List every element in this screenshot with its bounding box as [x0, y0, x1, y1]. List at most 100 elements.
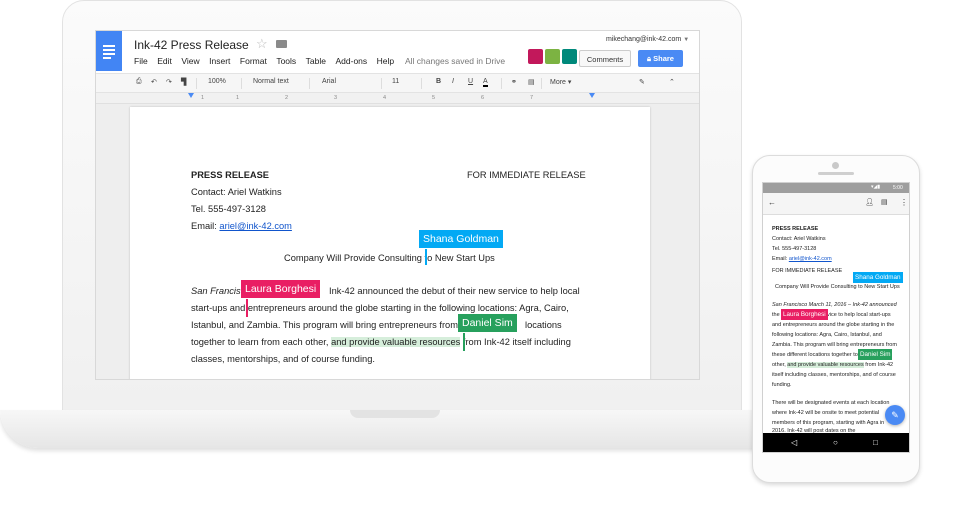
redo-icon[interactable]: ↷ [166, 78, 172, 86]
highlighted-text: and provide valuable resources [331, 337, 461, 347]
speaker-grille [818, 172, 854, 175]
avatar[interactable] [545, 49, 560, 64]
collaborator-cursor [425, 249, 427, 265]
right-indent-marker[interactable] [589, 93, 595, 98]
share-button[interactable]: 🔒︎ Share [638, 50, 683, 67]
headline: Company Will Provide Consulting to New S… [284, 253, 495, 263]
phone-immediate: FOR IMMEDIATE RELEASE [772, 268, 843, 274]
phone-contact: Contact: Ariel Watkins [772, 236, 826, 242]
comment-icon[interactable]: ▤ [881, 198, 888, 206]
menu-table[interactable]: Table [306, 56, 326, 66]
account-email: mikechang@ink-42.com [606, 36, 682, 43]
phone-headline: Company Will Provide Consulting to New S… [775, 284, 900, 290]
menu-tools[interactable]: Tools [276, 56, 296, 66]
collapse-icon[interactable]: ⌃ [669, 78, 675, 86]
underline-button[interactable]: U [468, 78, 473, 85]
menu-bar: File Edit View Insert Format Tools Table Add-on… [134, 56, 404, 66]
camera-icon [832, 162, 839, 169]
laptop-notch [350, 410, 440, 418]
overflow-menu-icon[interactable]: ⋮ [900, 198, 908, 207]
size-select[interactable]: 11 [392, 78, 399, 85]
link-icon[interactable]: ⚭ [511, 78, 517, 86]
docs-logo-icon[interactable] [96, 31, 122, 71]
comment-icon[interactable]: ▤ [528, 78, 535, 86]
edit-fab-button[interactable]: ✎ [885, 405, 905, 425]
menu-view[interactable]: View [181, 56, 199, 66]
para-line-2: start-ups and entrepreneurs around the g… [191, 303, 569, 313]
para-line-5: classes, mentorships, and of course fund… [191, 354, 375, 364]
more-label: More [550, 79, 566, 86]
contact-line: Contact: Ariel Watkins [191, 187, 282, 197]
avatar[interactable] [562, 49, 577, 64]
paint-format-icon[interactable]: ▜ [181, 78, 186, 86]
undo-icon[interactable]: ↶ [151, 78, 157, 86]
phone-line: the [772, 312, 780, 318]
menu-insert[interactable]: Insert [209, 56, 230, 66]
zoom-select[interactable]: 100% [208, 78, 226, 85]
back-arrow-icon[interactable]: ← [768, 198, 776, 207]
italic-button[interactable]: I [452, 78, 454, 85]
signal-icon: ▾◢▮ [871, 184, 881, 190]
phone-line: other, and provide valuable resources fr… [772, 362, 894, 368]
tel-line: Tel. 555-497-3128 [191, 204, 266, 214]
status-time: 5:00 [893, 185, 903, 191]
folder-icon[interactable] [276, 40, 287, 48]
nav-home-icon[interactable]: ○ [833, 438, 838, 447]
immediate-release: FOR IMMEDIATE RELEASE [467, 170, 586, 180]
phone-email-link[interactable]: ariel@ink-42.com [789, 256, 832, 262]
phone-line: San Francisco March 11, 2016 – Ink-42 an… [772, 302, 897, 308]
phone-app-bar: ← 👤︎ ▤ ⋮ [763, 193, 909, 215]
more-button[interactable]: More ▾ [550, 78, 571, 86]
print-icon[interactable]: ⎙ [136, 78, 142, 86]
phone-line: There will be designated events at each … [772, 400, 890, 406]
para-line-1: Ink-42 announced the debut of their new … [329, 286, 580, 296]
style-select[interactable]: Normal text [253, 78, 289, 85]
edit-mode-icon[interactable]: ✎ [639, 78, 645, 86]
menu-file[interactable]: File [134, 56, 148, 66]
phone-line: vice to help local start-ups [827, 312, 891, 318]
comments-button[interactable]: Comments [579, 50, 631, 67]
phone-line: itself including classes, mentorships, a… [772, 372, 896, 378]
avatar[interactable] [528, 49, 543, 64]
font-select[interactable]: Arial [322, 78, 336, 85]
laptop-screen: Ink-42 Press Release ☆ File Edit View Inser… [95, 30, 700, 380]
indent-marker[interactable] [188, 93, 194, 98]
doc-title[interactable]: Ink-42 Press Release [134, 38, 249, 52]
phone-nav-bar: ◁ ○ □ [763, 433, 909, 452]
add-person-icon[interactable]: 👤︎ [865, 198, 874, 206]
save-status: All changes saved in Drive [405, 56, 506, 66]
menu-addons[interactable]: Add-ons [336, 56, 368, 66]
email-link[interactable]: ariel@ink-42.com [219, 221, 291, 231]
nav-back-icon[interactable]: ◁ [791, 438, 797, 447]
para-line-3a: Istanbul, and Zambia. This program will … [191, 320, 458, 330]
chevron-down-icon: ▼ [683, 37, 690, 43]
collaborator-cursor [246, 299, 248, 317]
phone-collaborator-tag-laura: Laura Borghesi [781, 309, 828, 320]
nav-recents-icon[interactable]: □ [873, 438, 878, 447]
phone-line: Zambia. This program will bring entrepre… [772, 342, 897, 348]
press-release-heading: PRESS RELEASE [191, 170, 270, 180]
phone-collaborator-tag-daniel: Daniel Sim [858, 349, 893, 360]
phone-screen: ▾◢▮ 5:00 ← 👤︎ ▤ ⋮ PRESS RELEASE Contact:… [762, 182, 910, 453]
status-bar: ▾◢▮ 5:00 [763, 183, 909, 193]
toolbar: ⎙ ↶ ↷ ▜ 100% Normal text Arial 11 B I U … [96, 73, 699, 93]
menu-edit[interactable]: Edit [157, 56, 172, 66]
collaborator-tag-shana: Shana Goldman [419, 230, 503, 248]
phone-line: and entrepreneurs around the globe start… [772, 322, 895, 328]
phone-line: following locations: Agra, Cairo, Istanb… [772, 332, 882, 338]
para-line-4: together to learn from each other, and p… [191, 337, 571, 347]
account-menu[interactable]: mikechang@ink-42.com ▼ [606, 36, 689, 43]
menu-help[interactable]: Help [377, 56, 394, 66]
collaborator-cursor [463, 333, 465, 351]
email-line: Email: ariel@ink-42.com [191, 221, 292, 231]
phone-line: funding. [772, 382, 792, 388]
star-icon[interactable]: ☆ [256, 36, 268, 52]
para-line-3b: locations [525, 320, 562, 330]
phone-collaborator-tag-shana: Shana Goldman [853, 272, 903, 283]
phone-line: where Ink-42 will be onsite to meet pote… [772, 410, 880, 416]
menu-format[interactable]: Format [240, 56, 267, 66]
ruler: 1 1 2 3 4 5 6 7 [96, 93, 699, 104]
text-color-button[interactable]: A [483, 78, 488, 87]
bold-button[interactable]: B [436, 78, 441, 85]
phone-line: members of this program, starting with A… [772, 420, 885, 426]
